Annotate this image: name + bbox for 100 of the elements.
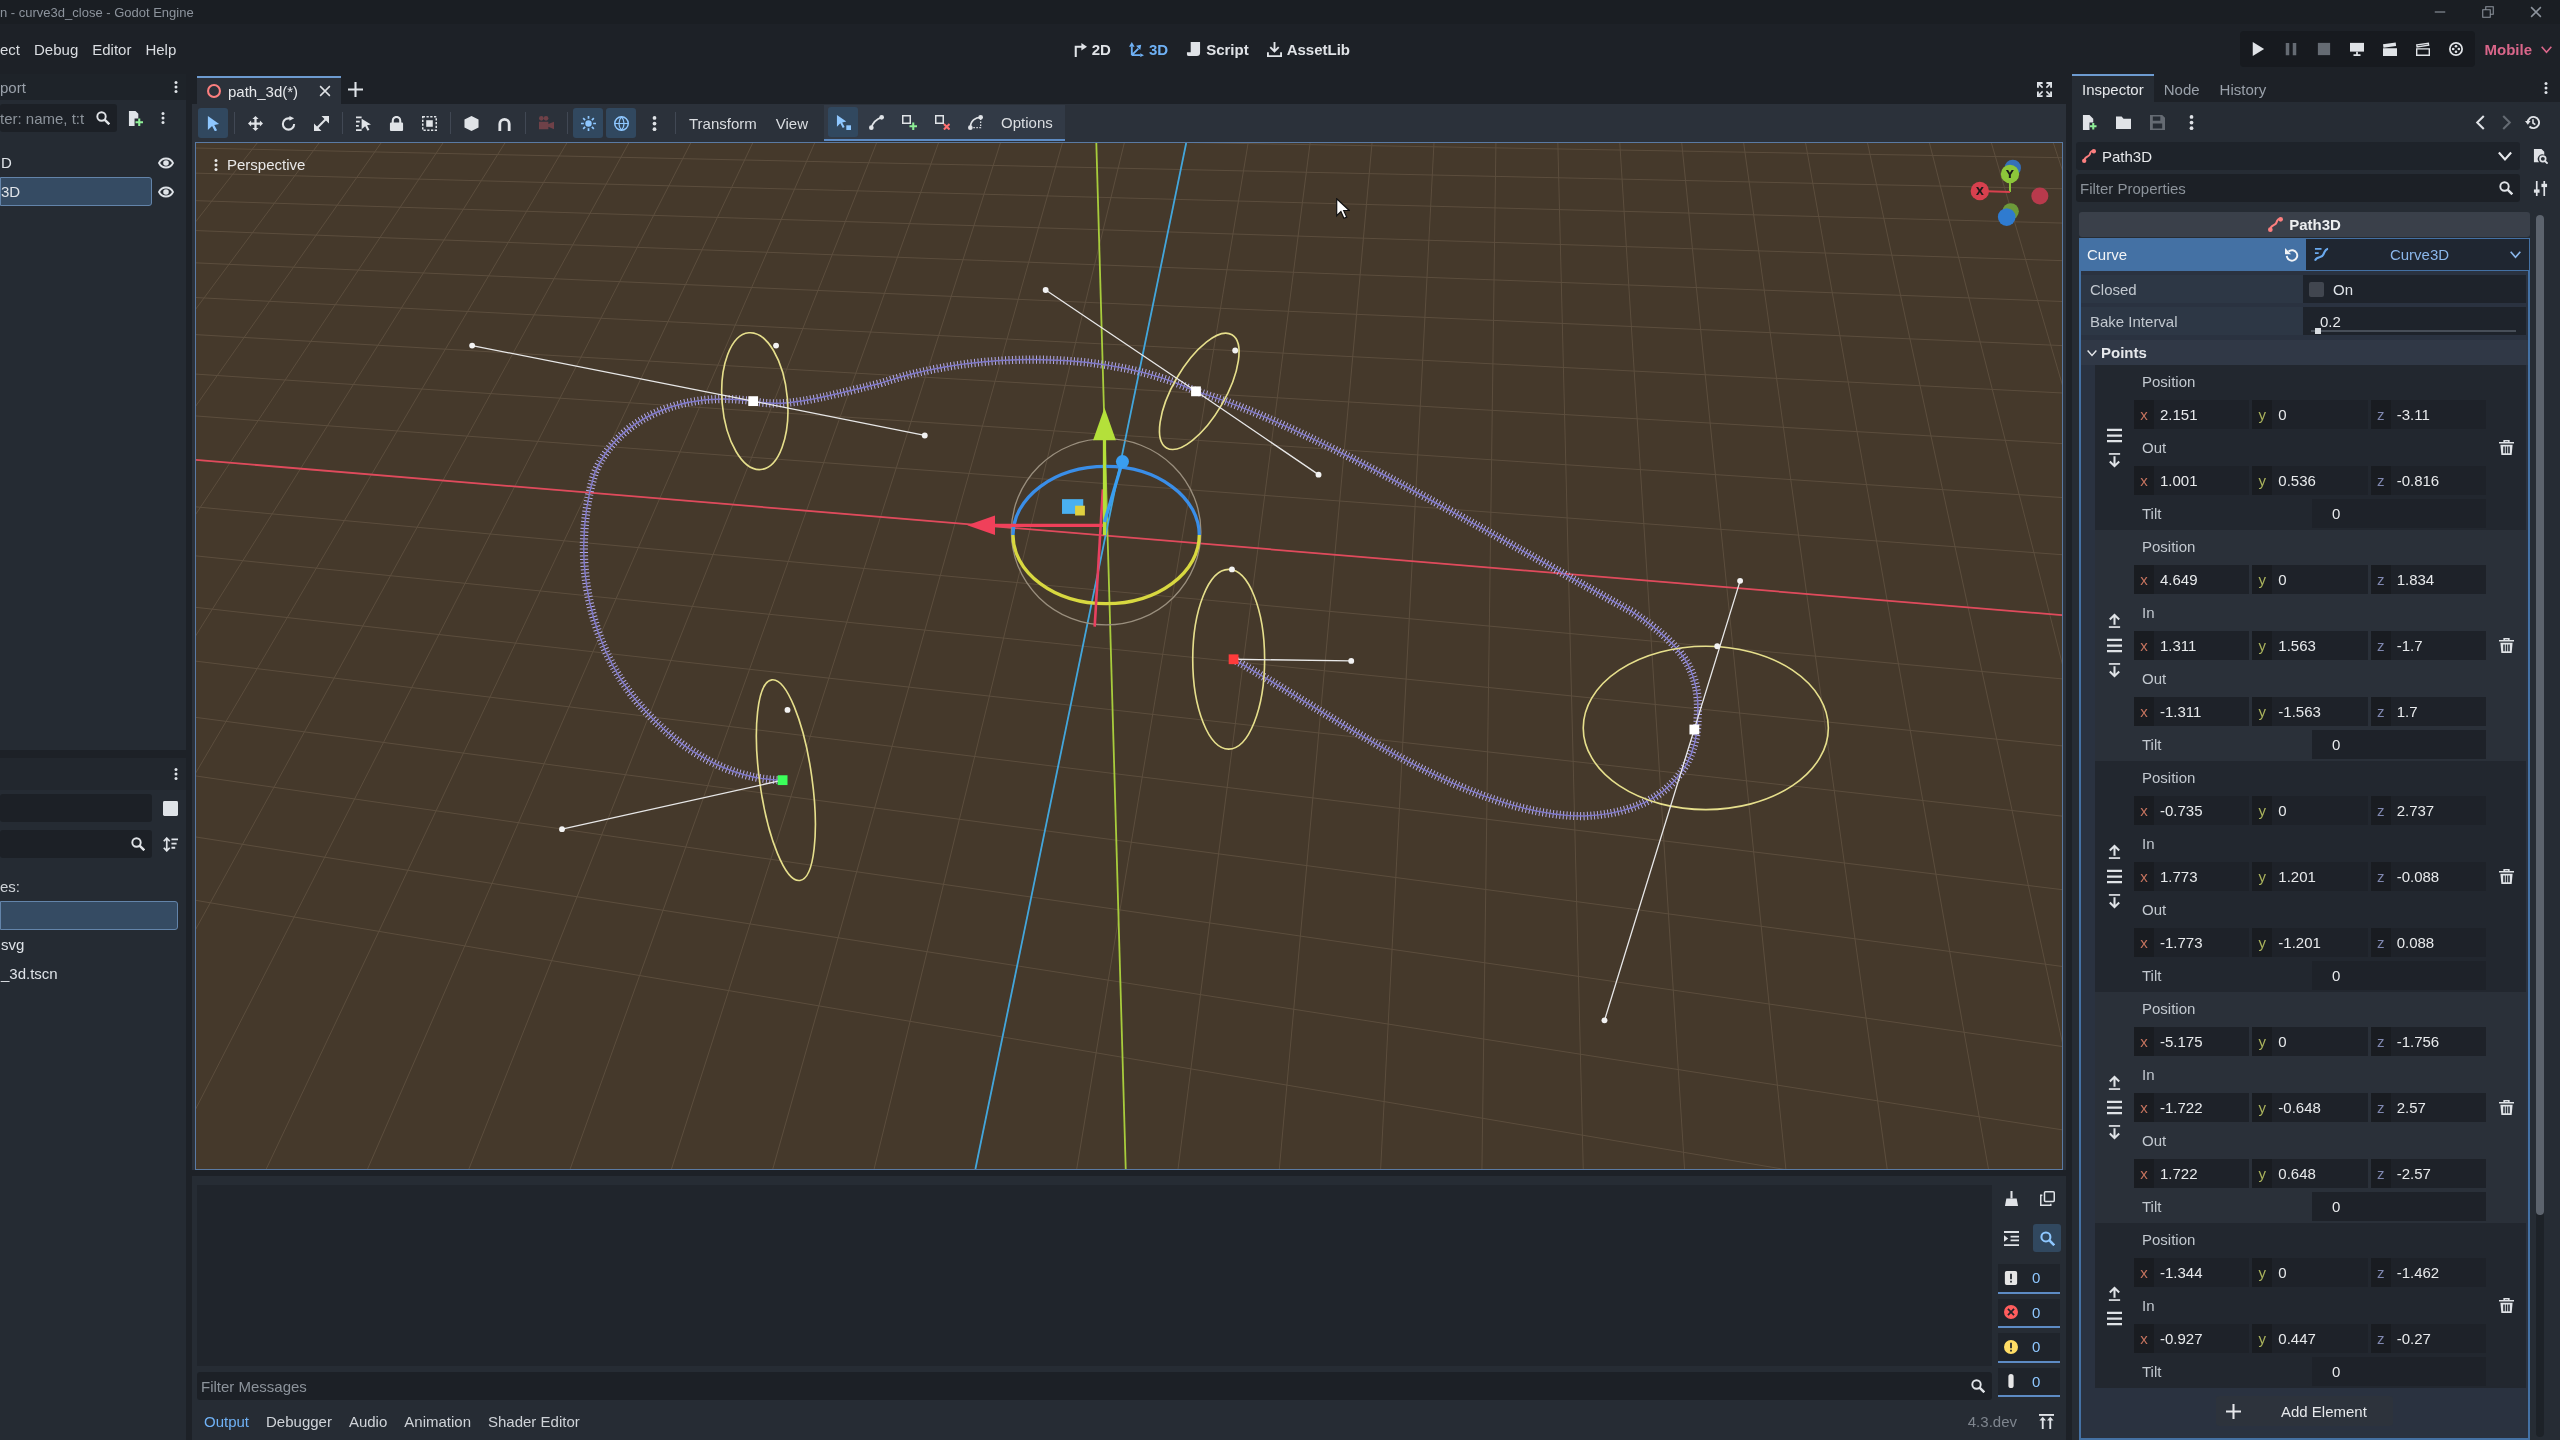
search-field[interactable]: Filter Messages [197,1372,1992,1400]
slider-thumb[interactable] [2315,328,2322,334]
number-field[interactable]: z -1.462 [2370,1258,2486,1287]
number-field[interactable]: z -0.816 [2370,466,2486,495]
menu-item[interactable]: Debug [28,34,85,64]
number-field[interactable]: x 2.151 [2134,400,2250,429]
number-field[interactable]: y 0 [2252,565,2368,594]
number-field[interactable]: z -0.088 [2370,862,2486,891]
search-field[interactable] [0,830,152,858]
number-field[interactable]: x 1.001 [2134,466,2250,495]
number-field[interactable]: x -0.927 [2134,1324,2250,1353]
message-filter-button[interactable]: 0 [1998,1264,2060,1294]
panel-tab[interactable]: Debugger [259,1407,339,1435]
tree-item[interactable]: 3D [0,177,152,206]
number-field[interactable]: y 0.536 [2252,466,2368,495]
number-field[interactable]: x -1.773 [2134,928,2250,957]
search-toggle[interactable] [2033,1224,2061,1252]
dock-tab[interactable]: Node [2153,74,2210,102]
workspace-tab[interactable]: AssetLib [1259,35,1357,63]
number-field[interactable]: y 0.447 [2252,1324,2368,1353]
trash-icon[interactable] [2498,1298,2514,1313]
number-field[interactable]: 0 [2312,499,2486,528]
number-field[interactable]: y 0 [2252,1027,2368,1056]
number-field[interactable]: x 1.311 [2134,631,2250,660]
number-field[interactable]: y -0.648 [2252,1093,2368,1122]
trash-icon[interactable] [2498,869,2514,884]
number-field[interactable]: z -0.27 [2370,1324,2486,1353]
view-menu-button[interactable]: Perspective [206,154,310,175]
panel-tab[interactable]: Output [197,1407,257,1435]
number-field[interactable]: x -1.344 [2134,1258,2250,1287]
number-field[interactable]: 0 [2312,1357,2486,1386]
panel-tab[interactable]: Shader Editor [481,1407,587,1435]
spin-slider-field[interactable]: 0.2 [2303,307,2526,335]
number-field[interactable]: y 0.648 [2252,1159,2368,1188]
arrow-up-icon[interactable] [2107,1075,2122,1090]
number-field[interactable]: y 0 [2252,400,2368,429]
error-filter-button[interactable]: 0 [1998,1298,2060,1328]
resource-picker[interactable]: Curve3D [2305,238,2530,271]
number-field[interactable]: y 0 [2252,1258,2368,1287]
checkbox-toggle[interactable]: On [2303,275,2526,303]
number-field[interactable]: 0 [2312,961,2486,990]
number-field[interactable]: z -1.7 [2370,631,2486,660]
trash-icon[interactable] [2498,1100,2514,1115]
arrow-up-icon[interactable] [2107,844,2122,859]
workspace-tab[interactable]: 3D [1121,35,1176,63]
sun-toggle[interactable] [573,108,603,138]
number-field[interactable]: 0 [2312,730,2486,759]
number-field[interactable]: x -0.735 [2134,796,2250,825]
object-selector[interactable]: Path3D [2076,142,2520,170]
panel-tab[interactable]: Audio [341,1407,395,1435]
menu-button[interactable]: Transform [681,108,765,138]
panel-tab[interactable]: Animation [397,1407,478,1435]
number-field[interactable]: y 1.563 [2252,631,2368,660]
dock-tab[interactable]: History [2209,74,2277,102]
expanded-property[interactable]: Curve [2079,238,2305,271]
arrow-up-icon[interactable] [2107,613,2122,628]
number-field[interactable]: x -5.175 [2134,1027,2250,1056]
drag-handle-icon[interactable] [2107,1310,2122,1326]
number-field[interactable]: z 2.57 [2370,1093,2486,1122]
number-field[interactable]: y -1.563 [2252,697,2368,726]
scene-tab[interactable]: path_3d(*) [197,76,342,104]
select-mode-button[interactable] [198,108,228,138]
arrow-down-icon[interactable] [2107,1125,2122,1140]
workspace-tab[interactable]: Script [1179,35,1256,63]
arrow-down-icon[interactable] [2107,452,2122,468]
number-field[interactable]: 0 [2312,1192,2486,1221]
checkbox[interactable] [2309,281,2324,297]
scrollbar-thumb[interactable] [2536,215,2544,1215]
environment-toggle[interactable] [606,108,636,138]
number-field[interactable]: z 0.088 [2370,928,2486,957]
menu-item[interactable]: Editor [86,34,138,64]
number-field[interactable]: x 4.649 [2134,565,2250,594]
revert-icon[interactable] [2285,247,2299,262]
menu-button[interactable]: Options [993,107,1061,137]
axis-gizmo[interactable]: X Y [1968,158,2050,227]
workspace-tab[interactable]: 2D [1064,35,1118,63]
drag-handle-icon[interactable] [2107,427,2122,443]
drag-handle-icon[interactable] [2107,1100,2122,1115]
tree-item[interactable]: D [0,148,152,177]
file-item[interactable]: svg [0,930,178,959]
number-field[interactable]: z 1.7 [2370,697,2486,726]
menu-button[interactable]: View [767,108,817,138]
number-field[interactable]: x 1.722 [2134,1159,2250,1188]
number-field[interactable]: x -1.311 [2134,697,2250,726]
arrow-down-icon[interactable] [2107,663,2122,678]
search-field[interactable]: ter: name, t:t [0,104,117,132]
search-field[interactable]: Filter Properties [2076,174,2520,202]
number-field[interactable]: y 0 [2252,796,2368,825]
trash-icon[interactable] [2498,638,2514,653]
trash-icon[interactable] [2498,440,2514,455]
number-field[interactable]: z -3.11 [2370,400,2486,429]
menu-item[interactable]: Help [139,34,183,64]
drag-handle-icon[interactable] [2107,869,2122,884]
scrollbar[interactable] [2536,215,2544,1437]
arrow-up-icon[interactable] [2107,1285,2122,1301]
dock-tab[interactable]: Inspector [2072,74,2154,102]
add-element-button[interactable]: Add Element [2216,1396,2393,1426]
group-header[interactable]: Points [2081,340,2528,365]
number-field[interactable]: z -1.756 [2370,1027,2486,1056]
warning-filter-button[interactable]: 0 [1998,1333,2060,1363]
